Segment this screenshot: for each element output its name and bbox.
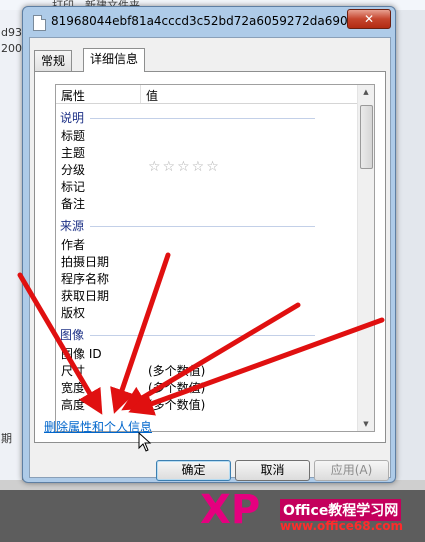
group-image: 图像 [60,326,316,343]
row-program-name[interactable]: 程序名称 [61,270,109,287]
row-rating[interactable]: 分级 [61,161,85,178]
column-header-property[interactable]: 属性 [61,87,85,104]
row-date-taken[interactable]: 拍摄日期 [61,253,109,270]
value-width: (多个数值) [148,381,206,395]
watermark-site-name: Office教程学习网 [280,499,402,521]
properties-dialog: 81968044ebf81a4cccd3c52bd72a6059272da690… [22,6,396,483]
group-origin: 来源 [60,217,316,234]
list-header: 属性 值 [56,85,358,104]
watermark-x-icon: XP [200,487,261,533]
explorer-right-background [395,10,425,480]
watermark-logo: XP Office教程学习网 www.office68.com [200,485,420,540]
background-text-fragment: 200 [1,42,22,55]
title-bar[interactable]: 81968044ebf81a4cccd3c52bd72a6059272da690… [23,7,395,37]
row-tags[interactable]: 标记 [61,178,85,195]
scroll-down-icon[interactable]: ▼ [358,417,374,431]
rating-stars[interactable]: ☆☆☆☆☆ [148,159,221,175]
dialog-client-area: 常规 详细信息 属性 值 说明 标题 主题 分级 ☆☆☆☆☆ 标记 备注 来源 … [29,37,391,481]
row-date-acquired[interactable]: 获取日期 [61,287,109,304]
value-dimensions: (多个数值) [148,364,206,378]
group-description: 说明 [60,109,316,126]
row-height[interactable]: 高度 [61,396,85,413]
file-icon [33,15,46,31]
row-copyright[interactable]: 版权 [61,304,85,321]
column-header-value[interactable]: 值 [146,87,158,104]
ok-button[interactable]: 确定 [156,460,231,481]
details-panel: 属性 值 说明 标题 主题 分级 ☆☆☆☆☆ 标记 备注 来源 作者 拍摄日期 … [34,71,386,443]
vertical-scrollbar[interactable]: ▲ ▼ [357,85,374,431]
scrollbar-thumb[interactable] [360,105,373,169]
tab-details[interactable]: 详细信息 [83,48,146,72]
row-comments[interactable]: 备注 [61,195,85,212]
watermark-url: www.office68.com [280,519,404,533]
mouse-cursor-icon [138,432,152,452]
row-author[interactable]: 作者 [61,236,85,253]
row-dimensions[interactable]: 尺寸 [61,362,85,379]
remove-properties-link[interactable]: 删除属性和个人信息 [44,418,152,435]
explorer-left-background: d93 200 期 [0,10,22,480]
row-width[interactable]: 宽度 [61,379,85,396]
background-text-fragment: d93 [1,26,22,39]
background-text-fragment: 期 [1,432,12,445]
row-title[interactable]: 标题 [61,127,85,144]
row-image-id[interactable]: 图像 ID [61,345,102,362]
apply-button[interactable]: 应用(A) [314,460,389,481]
property-list[interactable]: 属性 值 说明 标题 主题 分级 ☆☆☆☆☆ 标记 备注 来源 作者 拍摄日期 … [55,84,375,432]
value-height: (多个数值) [148,398,206,412]
scroll-up-icon[interactable]: ▲ [358,85,374,99]
close-button[interactable]: ✕ [347,9,391,29]
row-subject[interactable]: 主题 [61,144,85,161]
window-title: 81968044ebf81a4cccd3c52bd72a6059272da690… [51,14,351,28]
tab-general[interactable]: 常规 [34,50,73,71]
cancel-button[interactable]: 取消 [235,460,310,481]
